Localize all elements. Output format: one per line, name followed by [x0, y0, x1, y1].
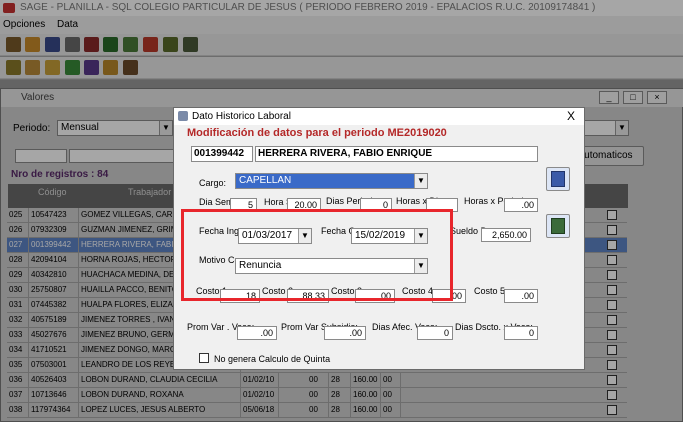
dialog-title: Dato Historico Laboral	[192, 111, 291, 122]
highlight-box	[181, 209, 453, 301]
quinta-label: No genera Calculo de Quinta	[214, 354, 331, 364]
dialog-heading: Modificación de datos para el periodo ME…	[187, 127, 447, 139]
dias-afec-field[interactable]: 0	[417, 326, 453, 340]
cargo-label: Cargo:	[199, 178, 227, 188]
dialog-app-icon	[178, 111, 188, 121]
sueldo-field[interactable]: 2,650.00	[481, 228, 531, 242]
save-button[interactable]	[546, 167, 570, 191]
cargo-value: CAPELLAN	[239, 175, 292, 186]
dialog-close-icon[interactable]: X	[567, 109, 575, 124]
cargo-combo[interactable]: CAPELLAN ▼	[235, 173, 428, 189]
chevron-down-icon: ▼	[414, 174, 427, 188]
quinta-checkbox[interactable]	[199, 353, 209, 363]
employee-name-field[interactable]: HERRERA RIVERA, FABIO ENRIQUE	[255, 146, 538, 162]
prom-vaca-field[interactable]: .00	[237, 326, 277, 340]
horas-periodo-field[interactable]: .00	[504, 198, 538, 212]
floppy-disk-icon	[551, 171, 565, 187]
dias-dscto-field[interactable]: 0	[504, 326, 538, 340]
dialog-title-bar: Dato Historico Laboral	[174, 108, 584, 125]
prom-subsidio-field[interactable]: .00	[324, 326, 366, 340]
door-exit-icon	[551, 218, 565, 234]
costo5-label: Costo 5:	[474, 286, 508, 296]
costo5-field[interactable]: .00	[504, 289, 538, 303]
employee-code-field[interactable]: 001399442	[191, 146, 253, 162]
exit-button[interactable]	[546, 214, 570, 238]
